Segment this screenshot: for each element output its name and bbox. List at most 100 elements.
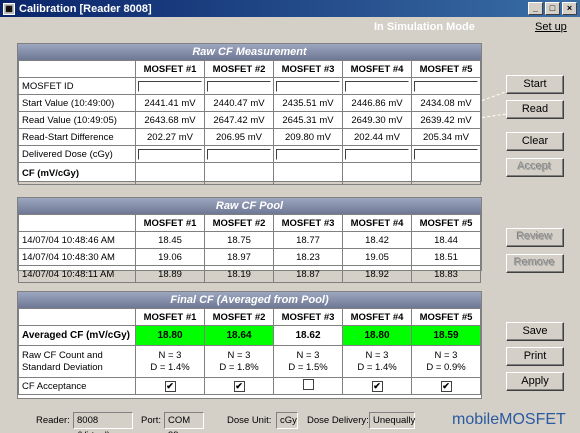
header-row: MOSFET #1 MOSFET #2 MOSFET #3 MOSFET #4 … [18, 308, 481, 326]
deviation-value: D = 1.5% [288, 361, 328, 373]
cf-cell [411, 162, 481, 185]
row-label: Delivered Dose (cGy) [18, 145, 136, 163]
title-bar: ▦ Calibration [Reader 8008] _ □ × [0, 0, 580, 17]
mosfet-id-input[interactable] [138, 80, 202, 92]
acceptance-checkbox[interactable]: ✔ [371, 380, 383, 392]
averaged-cf-value: 18.59 [411, 325, 481, 346]
pool-value: 18.23 [273, 248, 343, 266]
acceptance-checkbox[interactable]: ✔ [164, 380, 176, 392]
read-value: 2645.31 mV [273, 111, 343, 129]
read-value: 2639.42 mV [411, 111, 481, 129]
mosfet-id-input[interactable] [345, 80, 409, 92]
table-row[interactable]: 14/07/04 10:48:46 AM 18.45 18.75 18.77 1… [18, 231, 481, 249]
column-header: MOSFET #2 [204, 308, 274, 326]
count-deviation-row: Raw CF Count and Standard Deviation N = … [18, 345, 481, 378]
difference-value: 206.95 mV [204, 128, 274, 146]
acceptance-checkbox[interactable]: ✔ [440, 380, 452, 392]
acceptance-checkbox[interactable] [302, 379, 314, 390]
pool-value: 19.05 [342, 248, 412, 266]
stats-cell: N = 3D = 1.8% [204, 345, 274, 378]
row-label: Start Value (10:49:00) [18, 94, 136, 112]
pool-value: 18.97 [204, 248, 274, 266]
start-value: 2434.08 mV [411, 94, 481, 112]
dose-unit-value: cGy [276, 412, 298, 429]
pool-value: 19.06 [135, 248, 205, 266]
minimize-button[interactable]: _ [528, 2, 543, 15]
dose-input[interactable] [276, 148, 340, 160]
header-row: MOSFET #1 MOSFET #2 MOSFET #3 MOSFET #4 … [18, 60, 481, 78]
mosfet-id-input[interactable] [276, 80, 340, 92]
column-header: MOSFET #3 [273, 308, 343, 326]
stats-cell: N = 3D = 1.4% [342, 345, 412, 378]
read-value: 2643.68 mV [135, 111, 205, 129]
corner-cell [18, 214, 136, 232]
column-header: MOSFET #4 [342, 214, 412, 232]
column-header: MOSFET #1 [135, 60, 205, 78]
review-button[interactable]: Review [506, 228, 564, 247]
start-value-row: Start Value (10:49:00) 2441.41 mV 2440.4… [18, 94, 481, 112]
row-label: CF (mV/cGy) [18, 162, 136, 185]
pool-value: 18.87 [273, 265, 343, 283]
deviation-value: D = 1.4% [150, 361, 190, 373]
dose-input[interactable] [345, 148, 409, 160]
read-value: 2649.30 mV [342, 111, 412, 129]
save-button[interactable]: Save [506, 322, 564, 341]
start-value: 2435.51 mV [273, 94, 343, 112]
dose-input[interactable] [138, 148, 202, 160]
pool-value: 18.92 [342, 265, 412, 283]
start-button[interactable]: Start [506, 75, 564, 94]
table-row[interactable]: 14/07/04 10:48:30 AM 19.06 18.97 18.23 1… [18, 248, 481, 266]
acceptance-row: CF Acceptance ✔ ✔ ✔ ✔ [18, 377, 481, 395]
accept-button[interactable]: Accept [506, 158, 564, 177]
deviation-value: D = 0.9% [426, 361, 466, 373]
difference-value: 202.27 mV [135, 128, 205, 146]
raw-cf-pool-table: MOSFET #1 MOSFET #2 MOSFET #3 MOSFET #4 … [18, 214, 481, 283]
cf-cell [342, 162, 412, 185]
column-header: MOSFET #1 [135, 308, 205, 326]
remove-button[interactable]: Remove [506, 254, 564, 273]
difference-value: 202.44 mV [342, 128, 412, 146]
start-value: 2440.47 mV [204, 94, 274, 112]
dose-input[interactable] [207, 148, 271, 160]
column-header: MOSFET #5 [411, 60, 481, 78]
column-header: MOSFET #2 [204, 214, 274, 232]
final-cf-panel: Final CF (Averaged from Pool) MOSFET #1 … [17, 291, 482, 399]
raw-cf-panel: Raw CF Measurement MOSFET #1 MOSFET #2 M… [17, 43, 482, 185]
print-button[interactable]: Print [506, 347, 564, 366]
acceptance-checkbox[interactable]: ✔ [233, 380, 245, 392]
count-value: N = 3 [434, 349, 458, 361]
raw-cf-pool-panel: Raw CF Pool MOSFET #1 MOSFET #2 MOSFET #… [17, 197, 482, 283]
pool-timestamp: 14/07/04 10:48:11 AM [18, 265, 136, 283]
column-header: MOSFET #3 [273, 214, 343, 232]
deviation-label: Standard Deviation [22, 361, 103, 373]
count-label: Raw CF Count and [22, 349, 103, 361]
close-button[interactable]: × [562, 2, 577, 15]
read-button[interactable]: Read [506, 100, 564, 119]
raw-cf-pool-title: Raw CF Pool [18, 198, 481, 214]
connector-line [481, 91, 505, 101]
column-header: MOSFET #5 [411, 214, 481, 232]
accept-button-label: Accept [518, 161, 552, 173]
reader-value: 8008 (Virtual) [73, 412, 133, 433]
pool-value: 18.77 [273, 231, 343, 249]
port-label: Port: [141, 415, 162, 426]
review-button-label: Review [516, 231, 554, 243]
row-label: Read Value (10:49:05) [18, 111, 136, 129]
clear-button[interactable]: Clear [506, 132, 564, 151]
mosfet-id-input[interactable] [207, 80, 271, 92]
pool-value: 18.89 [135, 265, 205, 283]
dose-input[interactable] [414, 148, 478, 160]
row-label: Raw CF Count and Standard Deviation [18, 345, 136, 378]
dose-delivery-value: Unequally [369, 412, 415, 429]
pool-value: 18.83 [411, 265, 481, 283]
maximize-button[interactable]: □ [545, 2, 560, 15]
column-header: MOSFET #1 [135, 214, 205, 232]
simulation-mode-label: In Simulation Mode [374, 21, 475, 33]
count-value: N = 3 [158, 349, 182, 361]
apply-button[interactable]: Apply [506, 372, 564, 391]
setup-link[interactable]: Set up [535, 21, 567, 33]
column-header: MOSFET #4 [342, 60, 412, 78]
mosfet-id-input[interactable] [414, 80, 478, 92]
averaged-cf-value: 18.64 [204, 325, 274, 346]
table-row[interactable]: 14/07/04 10:48:11 AM 18.89 18.19 18.87 1… [18, 265, 481, 283]
